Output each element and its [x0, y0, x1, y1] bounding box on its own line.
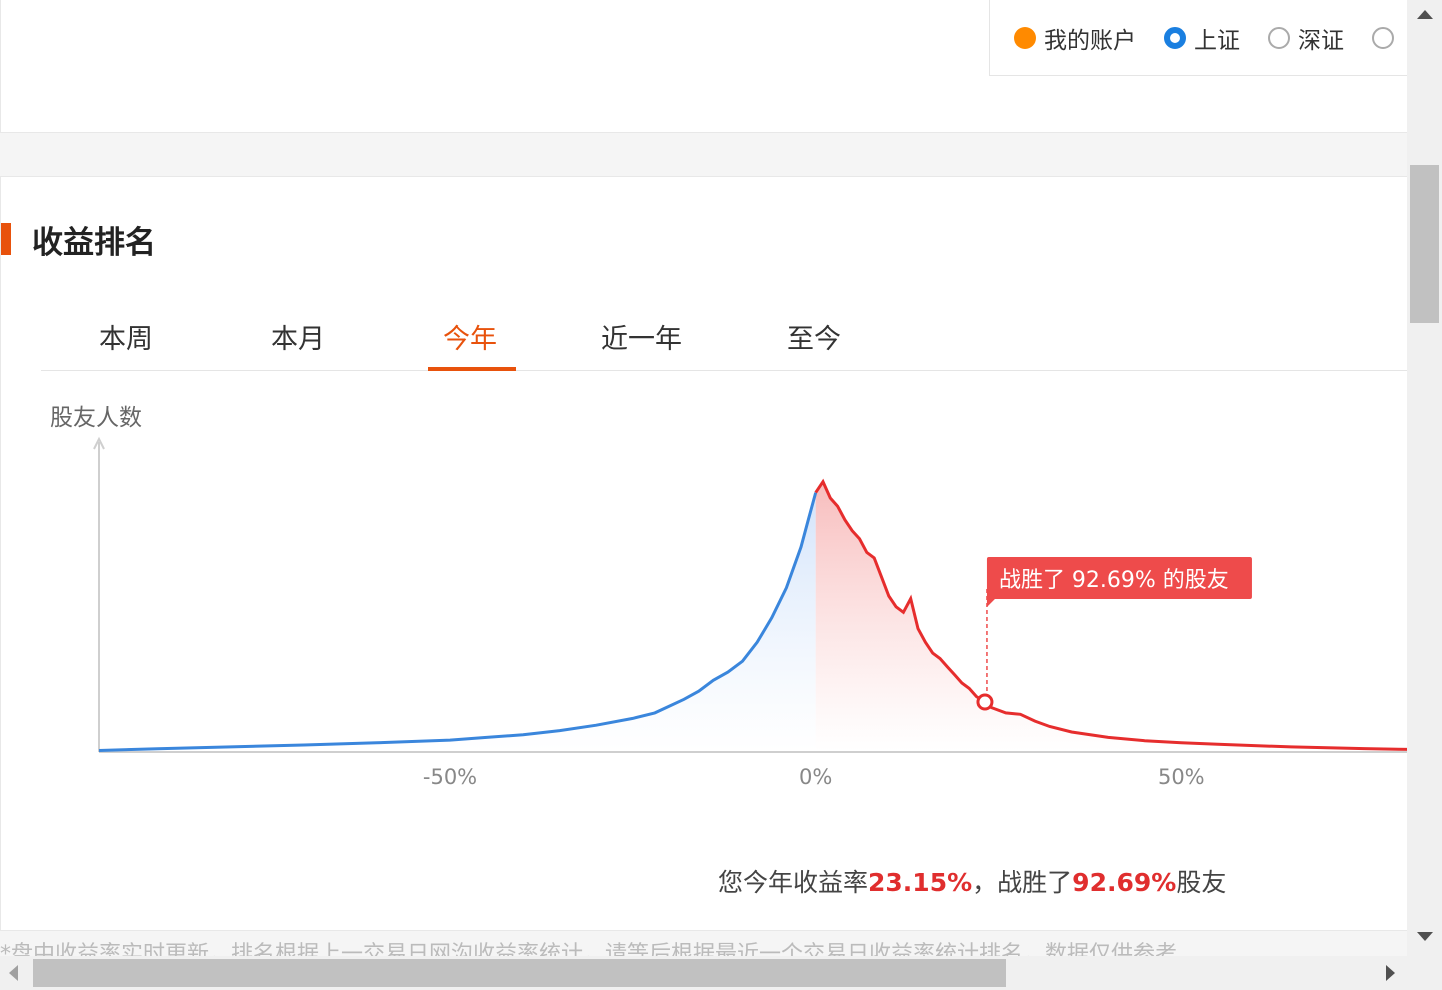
legend-label: 深证 [1298, 27, 1344, 54]
x-tick-label: 0% [799, 765, 832, 789]
user-position-marker[interactable] [976, 693, 994, 711]
summary-rate: 23.15% [868, 868, 973, 897]
tab-this-week[interactable]: 本周 [99, 317, 153, 356]
x-tick-label: 50% [1158, 765, 1205, 789]
legend-label: 上证 [1194, 27, 1240, 54]
tab-past-year[interactable]: 近一年 [601, 317, 682, 356]
return-distribution-chart: 股友人数 -50% 0% 50% 战胜了 92.69% 的股友 [50, 405, 1408, 789]
footer-note: *盘中收益率实时更新，排名根据上一交易日网沟收益率统计，请等后根据最近一个交易日… [0, 942, 1178, 956]
y-axis-label: 股友人数 [50, 405, 142, 431]
summary-prefix: 您今年收益率 [718, 868, 869, 897]
legend-item-more[interactable] [1372, 26, 1402, 49]
period-tabs: 本周 本月 今年 近一年 至今 [41, 293, 1408, 371]
chart-legend: 我的账户 上证 深证 [989, 0, 1408, 76]
summary-text: 您今年收益率23.15%，战胜了92.69%股友 [718, 863, 1226, 899]
scroll-down-arrow-icon[interactable] [1417, 932, 1433, 941]
scroll-right-arrow-icon[interactable] [1386, 965, 1395, 981]
return-ranking-panel: 收益排名 本周 本月 今年 近一年 至今 股友人数 -50% 0% 50% 战胜了 … [0, 176, 1408, 931]
vertical-scrollbar[interactable] [1407, 0, 1442, 956]
radio-unselected-icon[interactable] [1372, 26, 1394, 49]
scrollbar-corner [1407, 956, 1442, 990]
legend-item-shanghai[interactable]: 上证 [1164, 21, 1240, 55]
negative-return-area [99, 492, 816, 751]
active-tab-underline [428, 367, 516, 371]
legend-item-my-account[interactable]: 我的账户 [1014, 21, 1136, 55]
positive-return-area [815, 481, 1408, 751]
summary-middle: ，战胜了 [972, 868, 1073, 897]
summary-suffix: 股友 [1176, 868, 1227, 897]
radio-selected-icon[interactable] [1164, 26, 1186, 49]
summary-beat-percent: 92.69% [1072, 868, 1177, 897]
horizontal-scrollbar[interactable] [0, 956, 1407, 990]
marker-tooltip-pointer [986, 597, 997, 607]
marker-tooltip-label: 战胜了 92.69% 的股友 [999, 568, 1229, 593]
legend-item-shenzhen[interactable]: 深证 [1268, 21, 1344, 55]
top-panel: 我的账户 上证 深证 [0, 0, 1408, 133]
x-tick-label: -50% [423, 765, 477, 789]
scroll-up-arrow-icon[interactable] [1417, 10, 1433, 19]
section-accent-bar [1, 223, 11, 255]
tab-this-month[interactable]: 本月 [271, 317, 325, 356]
legend-label: 我的账户 [1044, 27, 1136, 54]
horizontal-scroll-thumb[interactable] [33, 959, 1006, 987]
tab-this-year[interactable]: 今年 [443, 317, 497, 356]
tab-to-date[interactable]: 至今 [787, 317, 841, 356]
vertical-scroll-thumb[interactable] [1410, 165, 1439, 323]
scroll-left-arrow-icon[interactable] [9, 965, 18, 981]
radio-unselected-icon[interactable] [1268, 26, 1290, 49]
section-title: 收益排名 [32, 225, 156, 261]
orange-dot-icon [1014, 26, 1036, 49]
